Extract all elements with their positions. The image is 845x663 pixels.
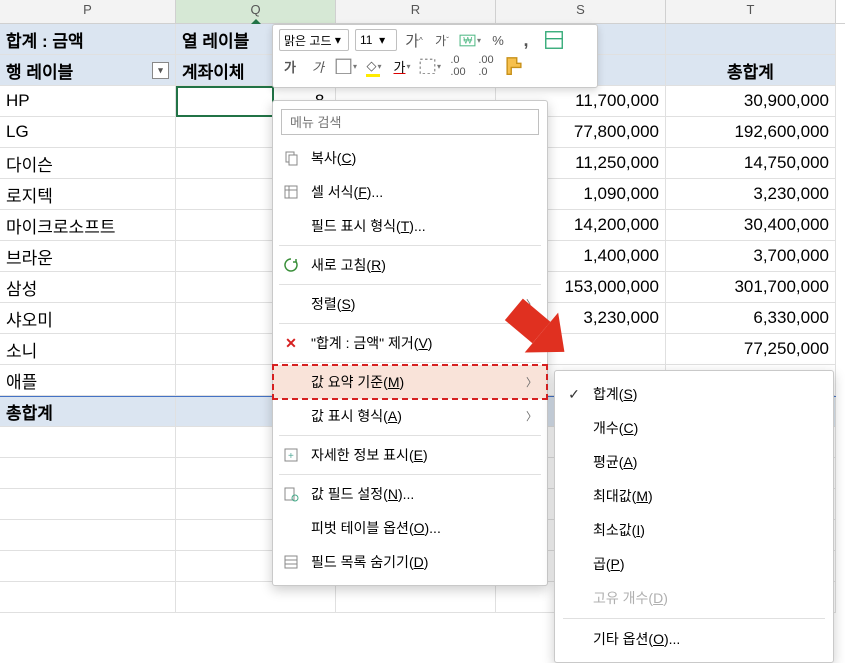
refresh-icon xyxy=(281,255,301,275)
cell[interactable]: 3,230,000 xyxy=(666,179,836,209)
font-picker[interactable]: 맑은 고드 ▾ xyxy=(279,29,349,51)
increase-font-icon[interactable]: 가^ xyxy=(403,29,425,51)
borders-menu-icon[interactable] xyxy=(419,55,441,77)
menu-summarize-values-by[interactable]: 값 요약 기준(M) 〉 xyxy=(273,365,547,399)
settings-icon xyxy=(281,484,301,504)
sub-distinct-count: 고유 개수(D) xyxy=(555,581,833,615)
menu-search-input[interactable] xyxy=(281,109,539,135)
detail-icon: + xyxy=(281,445,301,465)
bold-icon[interactable]: 가 xyxy=(279,55,301,77)
row-label[interactable]: 샤오미 xyxy=(0,303,176,333)
cell[interactable]: 30,900,000 xyxy=(666,86,836,116)
italic-icon[interactable]: 가 xyxy=(307,55,329,77)
grand-total-label: 총합계 xyxy=(0,397,176,426)
sub-max[interactable]: 최대값(M) xyxy=(555,479,833,513)
col-S[interactable]: S xyxy=(496,0,666,23)
cell[interactable]: 3,700,000 xyxy=(666,241,836,271)
menu-format-cells[interactable]: 셀 서식(F)... xyxy=(273,175,547,209)
row-label[interactable]: 삼성 xyxy=(0,272,176,302)
cell[interactable]: 30,400,000 xyxy=(666,210,836,240)
percent-icon[interactable]: % xyxy=(487,29,509,51)
menu-pivot-table-options[interactable]: 피벗 테이블 옵션(O)... xyxy=(273,511,547,545)
menu-show-values-as[interactable]: 값 표시 형식(A) 〉 xyxy=(273,399,547,433)
column-headers: P Q R S T xyxy=(0,0,845,24)
col-Q[interactable]: Q xyxy=(176,0,336,23)
cell[interactable]: 77,250,000 xyxy=(666,334,836,364)
cell[interactable]: 6,330,000 xyxy=(666,303,836,333)
chevron-right-icon: 〉 xyxy=(526,408,537,424)
comma-icon[interactable]: , xyxy=(515,29,537,51)
decrease-decimal-icon[interactable]: .00.0 xyxy=(475,55,497,77)
row-label[interactable]: 소니 xyxy=(0,334,176,364)
sub-more-options[interactable]: 기타 옵션(O)... xyxy=(555,622,833,656)
sub-sum[interactable]: ✓합계(S) xyxy=(555,377,833,411)
svg-text:₩: ₩ xyxy=(463,35,472,46)
menu-search[interactable] xyxy=(281,109,539,135)
col-P[interactable]: P xyxy=(0,0,176,23)
field-list-icon xyxy=(281,552,301,572)
row-label[interactable]: LG xyxy=(0,117,176,147)
remove-icon: ✕ xyxy=(281,333,301,353)
cell[interactable]: 192,600,000 xyxy=(666,117,836,147)
sub-count[interactable]: 개수(C) xyxy=(555,411,833,445)
row-filter-button[interactable]: ▾ xyxy=(152,62,169,79)
format-cells-icon xyxy=(281,182,301,202)
increase-decimal-icon[interactable]: .0.00 xyxy=(447,55,469,77)
font-color-icon[interactable]: 가 xyxy=(391,55,413,77)
accounting-format-icon[interactable]: ₩ xyxy=(459,29,481,51)
menu-value-field-settings[interactable]: 값 필드 설정(N)... xyxy=(273,477,547,511)
summarize-submenu: ✓합계(S) 개수(C) 평균(A) 최대값(M) 최소값(I) 곱(P) 고유… xyxy=(554,370,834,663)
row-label[interactable]: 다이슨 xyxy=(0,148,176,178)
svg-text:+: + xyxy=(288,451,294,462)
format-cells-icon[interactable] xyxy=(543,29,565,51)
menu-refresh[interactable]: 새로 고침(R) xyxy=(273,248,547,282)
cell[interactable]: 301,700,000 xyxy=(666,272,836,302)
mini-toolbar: 맑은 고드 ▾ 11 ▾ 가^ 가ˇ ₩ % , 가 가 ◇ 가 .0.00 .… xyxy=(272,24,598,88)
row-label[interactable]: HP xyxy=(0,86,176,116)
sub-average[interactable]: 평균(A) xyxy=(555,445,833,479)
grand-total-col-header: 총합계 xyxy=(666,55,836,85)
fill-color-icon[interactable]: ◇ xyxy=(363,55,385,77)
font-size[interactable]: 11 ▾ xyxy=(355,29,397,51)
menu-field-number-format[interactable]: 필드 표시 형식(T)... xyxy=(273,209,547,243)
sub-min[interactable]: 최소값(I) xyxy=(555,513,833,547)
row-label[interactable]: 브라운 xyxy=(0,241,176,271)
format-painter-icon[interactable] xyxy=(503,55,525,77)
context-menu: 복사(C) 셀 서식(F)... 필드 표시 형식(T)... 새로 고침(R)… xyxy=(272,100,548,586)
menu-copy[interactable]: 복사(C) xyxy=(273,141,547,175)
copy-icon xyxy=(281,148,301,168)
row-label[interactable]: 로지텍 xyxy=(0,179,176,209)
check-icon: ✓ xyxy=(565,386,583,403)
border-icon[interactable] xyxy=(335,55,357,77)
col-R[interactable]: R xyxy=(336,0,496,23)
sum-of-amount-label: 합계 : 금액 xyxy=(0,24,176,54)
menu-hide-field-list[interactable]: 필드 목록 숨기기(D) xyxy=(273,545,547,579)
menu-sort[interactable]: 정렬(S) 〉 xyxy=(273,287,547,321)
cell[interactable]: 14,750,000 xyxy=(666,148,836,178)
row-label[interactable]: 애플 xyxy=(0,365,176,395)
chevron-right-icon: 〉 xyxy=(526,374,537,390)
decrease-font-icon[interactable]: 가ˇ xyxy=(431,29,453,51)
col-T[interactable]: T xyxy=(666,0,836,23)
menu-show-details[interactable]: + 자세한 정보 표시(E) xyxy=(273,438,547,472)
row-labels-header: 행 레이블 ▾ xyxy=(0,55,176,85)
row-label[interactable]: 마이크로소프트 xyxy=(0,210,176,240)
sub-product[interactable]: 곱(P) xyxy=(555,547,833,581)
